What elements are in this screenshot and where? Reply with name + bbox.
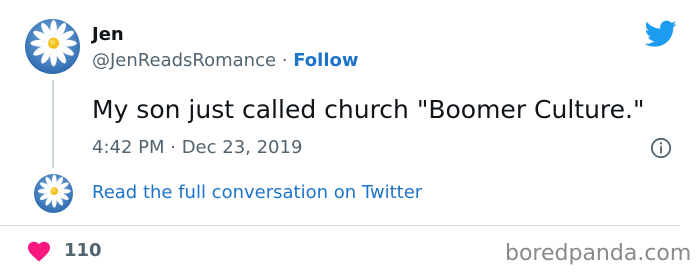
author-avatar[interactable] <box>25 19 80 74</box>
info-icon[interactable] <box>650 137 672 159</box>
handle-row: @JenReadsRomance · Follow <box>92 50 359 72</box>
author-handle[interactable]: @JenReadsRomance <box>92 50 276 71</box>
watermark: boredpanda.com <box>505 241 692 266</box>
twitter-bird-icon[interactable] <box>645 20 677 48</box>
tweet-text: My son just called church "Boomer Cultur… <box>92 95 645 124</box>
thread-line <box>52 80 54 168</box>
daisy-avatar-image <box>25 19 80 74</box>
author-name[interactable]: Jen <box>92 24 124 46</box>
tweet-timestamp[interactable]: 4:42 PM · Dec 23, 2019 <box>92 137 302 159</box>
read-conversation-link[interactable]: Read the full conversation on Twitter <box>92 182 422 204</box>
separator-dot: · <box>276 50 294 71</box>
author-avatar-small[interactable] <box>34 174 73 213</box>
divider <box>0 225 680 226</box>
follow-button[interactable]: Follow <box>293 50 358 71</box>
heart-icon[interactable] <box>27 240 51 262</box>
daisy-avatar-small-image <box>34 174 73 213</box>
like-count: 110 <box>64 240 102 261</box>
